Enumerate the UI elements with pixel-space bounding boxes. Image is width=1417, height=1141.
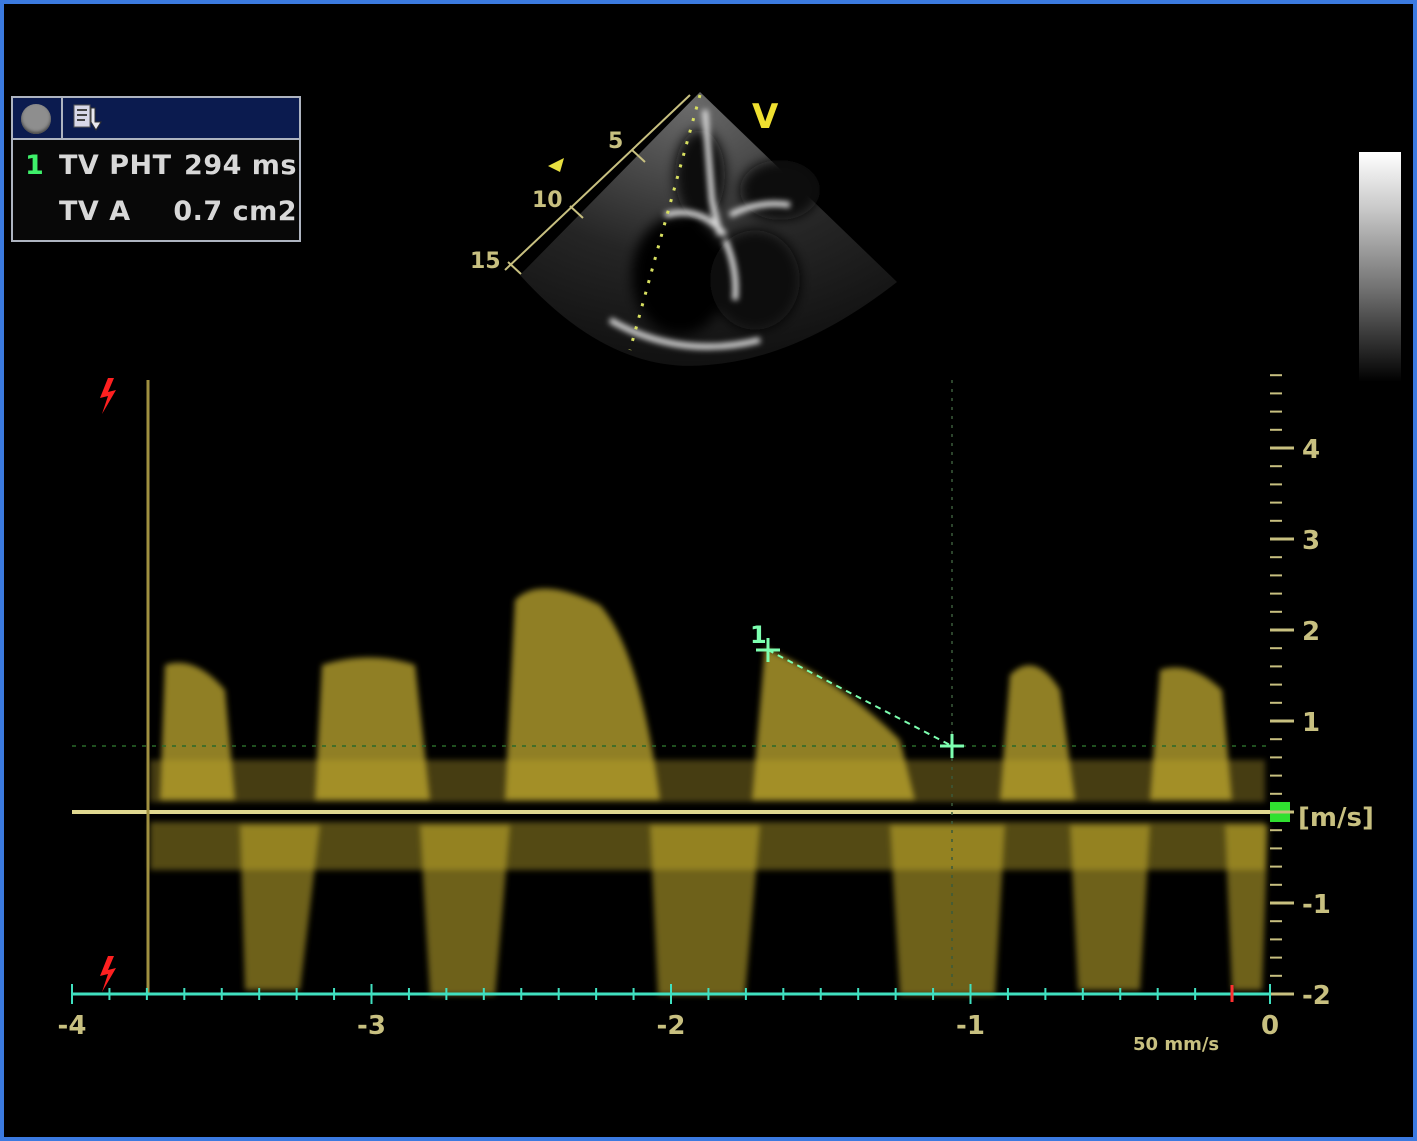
velocity-tick-label: -1: [1302, 890, 1331, 920]
doppler-spectrum: [150, 588, 1268, 995]
orientation-marker-icon: [548, 158, 564, 172]
ecg-trigger-icon: [100, 956, 116, 992]
depth-label: 5: [608, 129, 623, 154]
velocity-tick-label: -2: [1302, 981, 1331, 1011]
depth-label: 10: [532, 188, 563, 213]
velocity-tick-label: 2: [1302, 617, 1320, 647]
time-tick-label: 0: [1261, 1011, 1279, 1041]
velocity-tick-label: 3: [1302, 526, 1320, 556]
time-tick-label: -1: [956, 1011, 985, 1041]
velocity-tick-label: 1: [1302, 708, 1320, 738]
time-tick-label: -2: [657, 1011, 686, 1041]
ultrasound-display: V 5 10 15 1 4 3 2 1 -1 -2 [m/s] -4 -3 -2 -1 0 50 …: [58, 92, 1374, 1055]
ecg-trigger-icon: [100, 378, 116, 414]
caliper-end-icon[interactable]: [940, 734, 964, 758]
velocity-unit: [m/s]: [1298, 803, 1374, 833]
view-marker: V: [752, 97, 779, 137]
echo-2d-image: [504, 92, 897, 366]
depth-label: 15: [470, 249, 501, 274]
sweep-speed: 50 mm/s: [1133, 1034, 1219, 1055]
velocity-axis: 4 3 2 1 -1 -2: [1270, 374, 1331, 1011]
time-tick-label: -4: [58, 1011, 87, 1041]
caliper-label: 1: [750, 621, 767, 649]
time-tick-label: -3: [357, 1011, 386, 1041]
velocity-tick-label: 4: [1302, 435, 1320, 465]
